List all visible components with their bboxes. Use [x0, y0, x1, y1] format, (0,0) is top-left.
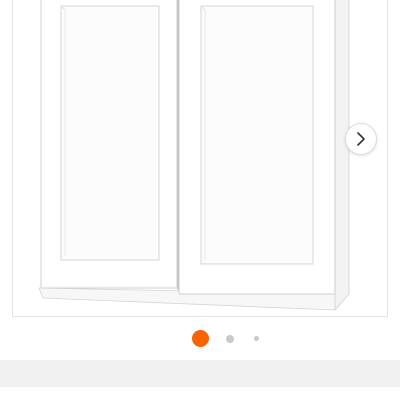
chevron-right-icon: [357, 132, 365, 146]
product-image-carousel[interactable]: [0, 0, 400, 360]
carousel-pagination: [0, 330, 400, 348]
section-divider: [0, 360, 400, 387]
pagination-dot[interactable]: [254, 336, 259, 341]
product-page: [0, 0, 400, 400]
product-details-section: [0, 387, 400, 400]
product-image-wall-cabinet[interactable]: [13, 0, 389, 317]
pagination-dot[interactable]: [226, 335, 234, 343]
next-image-button[interactable]: [345, 123, 377, 155]
product-image-frame: [12, 0, 388, 317]
pagination-dot-active[interactable]: [192, 330, 209, 347]
